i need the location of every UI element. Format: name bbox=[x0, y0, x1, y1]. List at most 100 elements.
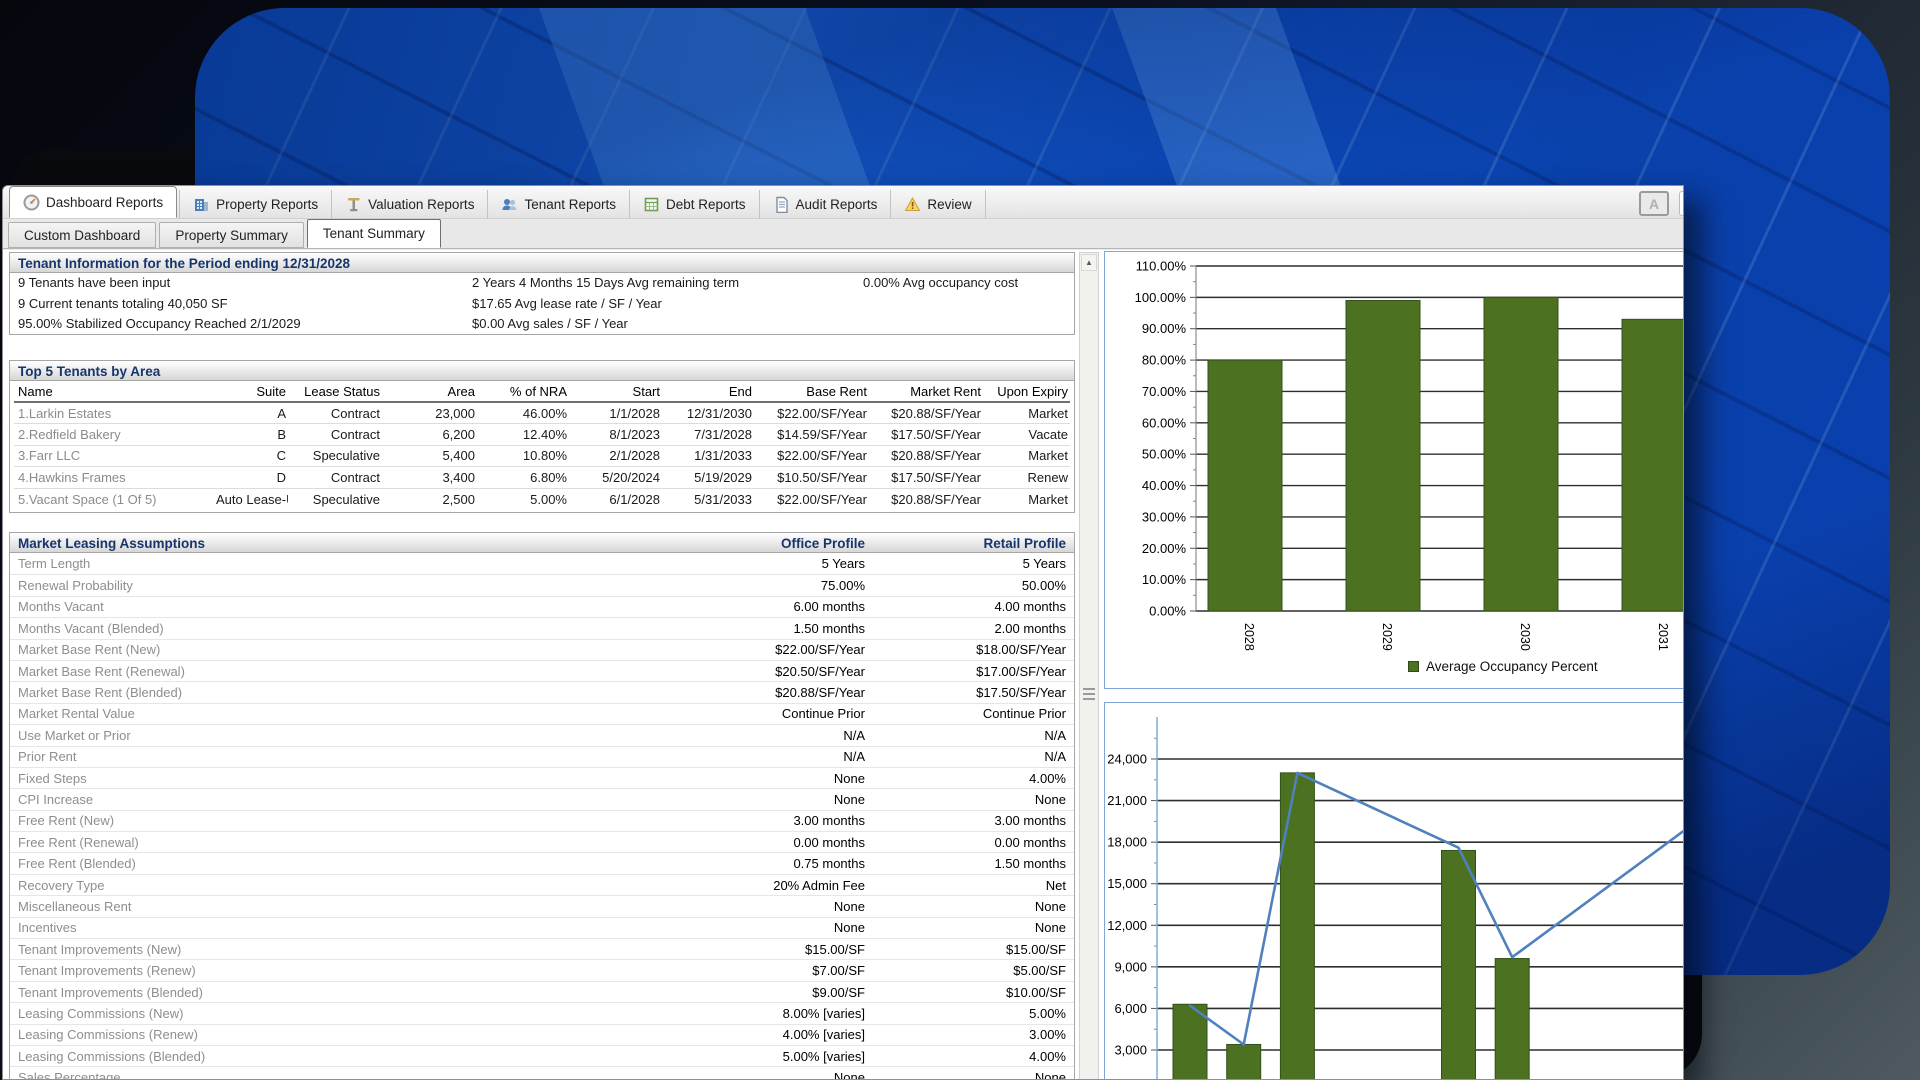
retail-profile-value: N/A bbox=[865, 749, 1066, 764]
market-leasing-row: Tenant Improvements (Renew)$7.00/SF$5.00… bbox=[10, 959, 1074, 980]
font-size-field[interactable]: 12 bbox=[1679, 191, 1684, 216]
subtab-custom-dashboard[interactable]: Custom Dashboard bbox=[8, 222, 156, 248]
tenant-value-cell: $22.00/SF/Year bbox=[754, 445, 869, 467]
tenant-info-header: Tenant Information for the Period ending… bbox=[10, 253, 1074, 273]
retail-profile-value: None bbox=[865, 920, 1066, 935]
tenant-name-cell: 5.Vacant Space (1 Of 5) bbox=[14, 488, 214, 510]
tenant-value-cell: Market bbox=[983, 402, 1070, 424]
tenant-row: 2.Redfield BakeryBContract6,20012.40%8/1… bbox=[14, 424, 1070, 446]
font-style-button[interactable]: A bbox=[1639, 191, 1669, 216]
report-tab-review[interactable]: Review bbox=[891, 190, 985, 218]
market-leasing-row: Market Base Rent (Blended)$20.88/SF/Year… bbox=[10, 681, 1074, 702]
pane-splitter-handle[interactable] bbox=[1083, 685, 1095, 707]
report-tab-audit-reports[interactable]: Audit Reports bbox=[760, 190, 892, 218]
column-header: Upon Expiry bbox=[983, 381, 1070, 402]
report-tabs-bar: Dashboard Reports Property Reports Valuati… bbox=[3, 186, 1683, 219]
retail-profile-value: 0.00 months bbox=[865, 835, 1066, 850]
tenant-value-cell: 23,000 bbox=[382, 402, 477, 424]
occupancy-chart-panel: 0.00%10.00%20.00%30.00%40.00%50.00%60.00… bbox=[1104, 251, 1684, 689]
market-leasing-row: Market Base Rent (New)$22.00/SF/Year$18.… bbox=[10, 639, 1074, 660]
tenant-value-cell: 12.40% bbox=[477, 424, 569, 446]
market-leasing-header: Market Leasing Assumptions Office Profil… bbox=[10, 533, 1074, 553]
report-tab-property-reports[interactable]: Property Reports bbox=[179, 190, 332, 218]
retail-profile-value: Net bbox=[865, 878, 1066, 893]
office-profile-column-header: Office Profile bbox=[665, 536, 865, 551]
top-tenants-header: Top 5 Tenants by Area bbox=[10, 361, 1074, 381]
calculator-icon bbox=[643, 196, 660, 213]
report-tab-debt-reports[interactable]: Debt Reports bbox=[630, 190, 760, 218]
tenant-name-cell: 4.Hawkins Frames bbox=[14, 467, 214, 489]
assumption-label: Renewal Probability bbox=[18, 578, 665, 593]
office-profile-value: $15.00/SF bbox=[665, 942, 865, 957]
tenant-value-cell: Market bbox=[983, 445, 1070, 467]
svg-text:30.00%: 30.00% bbox=[1142, 509, 1187, 524]
document-icon bbox=[773, 196, 790, 213]
office-profile-value: 5.00% [varies] bbox=[665, 1049, 865, 1064]
retail-profile-value: $15.00/SF bbox=[865, 942, 1066, 957]
svg-text:18,000: 18,000 bbox=[1107, 835, 1147, 850]
leased-area-combo-chart: 24,00021,00018,00015,00012,0009,0006,000… bbox=[1105, 703, 1684, 1080]
office-profile-value: 3.00 months bbox=[665, 813, 865, 828]
pane-scrollbar[interactable]: ▲ bbox=[1079, 252, 1099, 1080]
assumption-label: Fixed Steps bbox=[18, 771, 665, 786]
tenant-value-cell: 5.00% bbox=[477, 488, 569, 510]
retail-profile-value: 1.50 months bbox=[865, 856, 1066, 871]
tenant-value-cell: Renew bbox=[983, 467, 1070, 489]
legend-label: Average Occupancy Percent bbox=[1426, 659, 1598, 674]
tenant-value-cell: Auto Lease-Up bbox=[214, 488, 288, 510]
svg-text:110.00%: 110.00% bbox=[1136, 259, 1187, 274]
tenant-value-cell: 5/31/2033 bbox=[662, 488, 754, 510]
scroll-up-button[interactable]: ▲ bbox=[1081, 254, 1097, 271]
column-header: Lease Status bbox=[288, 381, 382, 402]
market-leasing-row: Prior RentN/AN/A bbox=[10, 746, 1074, 767]
market-leasing-rows: Term Length5 Years5 YearsRenewal Probabi… bbox=[10, 553, 1074, 1080]
tenant-value-cell: $20.88/SF/Year bbox=[869, 402, 983, 424]
assumption-label: Leasing Commissions (New) bbox=[18, 1006, 665, 1021]
office-profile-value: N/A bbox=[665, 749, 865, 764]
dashboard-subtabs-bar: Custom DashboardProperty SummaryTenant S… bbox=[3, 220, 1683, 249]
top-tenants-title: Top 5 Tenants by Area bbox=[18, 364, 665, 379]
tenant-value-cell: $17.50/SF/Year bbox=[869, 424, 983, 446]
tenant-info-row: 95.00% Stabilized Occupancy Reached 2/1/… bbox=[10, 314, 1074, 335]
assumption-label: Incentives bbox=[18, 920, 665, 935]
tenant-value-cell: C bbox=[214, 445, 288, 467]
valuation-icon bbox=[345, 196, 362, 213]
tenant-value-cell: A bbox=[214, 402, 288, 424]
assumption-label: Term Length bbox=[18, 556, 665, 571]
tenant-value-cell: Contract bbox=[288, 467, 382, 489]
app-window: Dashboard Reports Property Reports Valuati… bbox=[2, 185, 1684, 1080]
svg-text:100.00%: 100.00% bbox=[1135, 290, 1187, 305]
people-icon bbox=[501, 196, 518, 213]
report-tab-label: Property Reports bbox=[216, 197, 318, 212]
marketing-composition: Dashboard Reports Property Reports Valuati… bbox=[0, 0, 1920, 1080]
retail-profile-value: Continue Prior bbox=[865, 706, 1066, 721]
report-tab-valuation-reports[interactable]: Valuation Reports bbox=[332, 190, 488, 218]
market-leasing-row: Leasing Commissions (Renew)4.00% [varies… bbox=[10, 1024, 1074, 1045]
market-leasing-row: Term Length5 Years5 Years bbox=[10, 553, 1074, 574]
subtab-property-summary[interactable]: Property Summary bbox=[159, 222, 304, 248]
market-leasing-row: Use Market or PriorN/AN/A bbox=[10, 724, 1074, 745]
market-leasing-section: Market Leasing Assumptions Office Profil… bbox=[9, 532, 1075, 1080]
tenant-value-cell: $14.59/SF/Year bbox=[754, 424, 869, 446]
tenant-row: 3.Farr LLCCSpeculative5,40010.80%2/1/202… bbox=[14, 445, 1070, 467]
svg-text:12,000: 12,000 bbox=[1107, 918, 1147, 933]
tenant-value-cell: Speculative bbox=[288, 488, 382, 510]
report-tab-dashboard-reports[interactable]: Dashboard Reports bbox=[9, 186, 177, 218]
tenant-summary-pane: Tenant Information for the Period ending… bbox=[9, 250, 1077, 1079]
subtab-tenant-summary[interactable]: Tenant Summary bbox=[307, 219, 441, 248]
assumption-label: Free Rent (Blended) bbox=[18, 856, 665, 871]
tenant-value-cell: $22.00/SF/Year bbox=[754, 488, 869, 510]
tenant-info-value: 2 Years 4 Months 15 Days Avg remaining t… bbox=[472, 275, 739, 290]
table-header-row: NameSuiteLease StatusArea% of NRAStartEn… bbox=[14, 381, 1070, 402]
tenant-value-cell: $20.88/SF/Year bbox=[869, 445, 983, 467]
assumption-label: Months Vacant (Blended) bbox=[18, 621, 665, 636]
tenant-value-cell: 5,400 bbox=[382, 445, 477, 467]
column-header: Suite bbox=[214, 381, 288, 402]
assumption-label: Market Base Rent (Blended) bbox=[18, 685, 665, 700]
report-tab-tenant-reports[interactable]: Tenant Reports bbox=[488, 190, 630, 218]
tenant-row: 5.Vacant Space (1 Of 5)Auto Lease-UpSpec… bbox=[14, 488, 1070, 510]
office-profile-value: 0.00 months bbox=[665, 835, 865, 850]
column-header: Start bbox=[569, 381, 662, 402]
retail-profile-value: 5 Years bbox=[865, 556, 1066, 571]
svg-text:0.00%: 0.00% bbox=[1149, 604, 1186, 619]
